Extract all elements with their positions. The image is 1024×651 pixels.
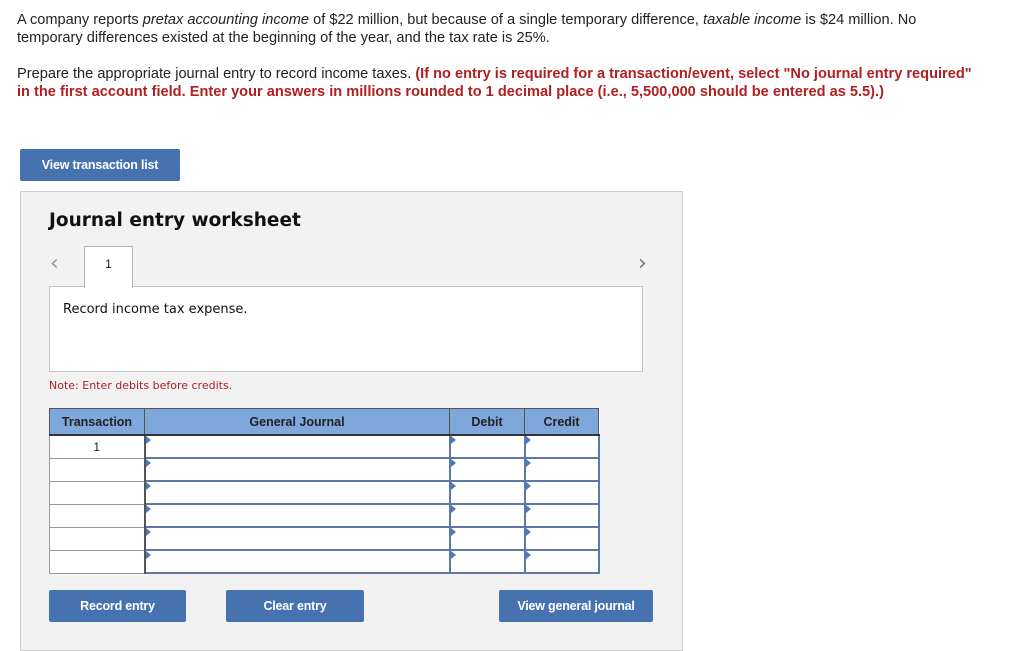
account-select[interactable] [145, 552, 449, 571]
entry-flag-icon [525, 551, 531, 559]
entry-flag-icon [145, 528, 151, 536]
entry-flag-icon [145, 459, 151, 467]
header-credit: Credit [524, 408, 599, 436]
question-text: A company reports pretax accounting inco… [17, 11, 977, 47]
debit-input-cell[interactable] [448, 549, 526, 574]
transaction-description-box [49, 286, 643, 372]
debit-input[interactable] [450, 529, 524, 548]
record-entry-button[interactable]: Record entry [49, 590, 186, 622]
entry-flag-icon [525, 459, 531, 467]
debit-input-cell[interactable] [448, 503, 526, 528]
tab-transaction-1[interactable]: 1 [84, 246, 133, 288]
credit-input[interactable] [525, 437, 598, 456]
table-row [49, 457, 600, 482]
instructions-text: Prepare the appropriate journal entry to… [17, 66, 416, 82]
account-select[interactable] [145, 483, 449, 502]
entry-flag-icon [145, 551, 151, 559]
account-select-cell[interactable] [143, 457, 451, 482]
transaction-number-cell [49, 480, 146, 505]
credit-input-cell[interactable] [523, 549, 600, 574]
account-select[interactable] [145, 506, 449, 525]
entry-flag-icon [450, 551, 456, 559]
debit-input[interactable] [450, 506, 524, 525]
chevron-right-icon[interactable]: › [638, 251, 647, 276]
question-text-part: A company reports [17, 12, 143, 28]
transaction-number-cell [49, 526, 146, 551]
entry-flag-icon [145, 436, 151, 444]
table-row [49, 480, 600, 505]
entry-flag-icon [525, 436, 531, 444]
table-row [49, 503, 600, 528]
account-select[interactable] [145, 529, 449, 548]
credit-input[interactable] [525, 552, 598, 571]
view-transaction-list-button[interactable]: View transaction list [20, 149, 180, 181]
table-row: 1 [49, 434, 600, 459]
entry-flag-icon [525, 528, 531, 536]
instructions: Prepare the appropriate journal entry to… [17, 65, 977, 101]
credit-input[interactable] [525, 529, 598, 548]
credit-input-cell[interactable] [523, 434, 600, 459]
transaction-number-cell [49, 549, 146, 574]
header-debit: Debit [449, 408, 525, 436]
journal-entry-table: Transaction General Journal Debit Credit… [49, 408, 600, 574]
term-taxable-income: taxable income [703, 12, 802, 28]
worksheet-title: Journal entry worksheet [49, 210, 301, 231]
credit-input-cell[interactable] [523, 526, 600, 551]
entry-flag-icon [450, 436, 456, 444]
entry-flag-icon [450, 482, 456, 490]
account-select[interactable] [145, 437, 449, 456]
debit-input[interactable] [450, 552, 524, 571]
table-row [49, 526, 600, 551]
credit-input[interactable] [525, 483, 598, 502]
entry-flag-icon [525, 505, 531, 513]
note-text: Note: Enter debits before credits. [49, 379, 233, 392]
chevron-left-icon[interactable]: ‹ [50, 251, 59, 276]
account-select-cell[interactable] [143, 526, 451, 551]
debit-input[interactable] [450, 483, 524, 502]
debit-input-cell[interactable] [448, 480, 526, 505]
transaction-number-cell [49, 503, 146, 528]
account-select-cell[interactable] [143, 434, 451, 459]
transaction-number-cell: 1 [49, 434, 146, 459]
entry-flag-icon [525, 482, 531, 490]
debit-input-cell[interactable] [448, 526, 526, 551]
entry-flag-icon [450, 528, 456, 536]
credit-input-cell[interactable] [523, 503, 600, 528]
credit-input[interactable] [525, 506, 598, 525]
table-row [49, 549, 600, 574]
transaction-number-cell [49, 457, 146, 482]
clear-entry-button[interactable]: Clear entry [226, 590, 364, 622]
account-select-cell[interactable] [143, 503, 451, 528]
view-general-journal-button[interactable]: View general journal [499, 590, 653, 622]
debit-input[interactable] [450, 460, 524, 479]
account-select-cell[interactable] [143, 480, 451, 505]
entry-flag-icon [145, 482, 151, 490]
entry-flag-icon [450, 505, 456, 513]
account-select-cell[interactable] [143, 549, 451, 574]
debit-input-cell[interactable] [448, 457, 526, 482]
question-text-part: of $22 million, but because of a single … [309, 12, 704, 28]
credit-input[interactable] [525, 460, 598, 479]
credit-input-cell[interactable] [523, 457, 600, 482]
header-general-journal: General Journal [144, 408, 450, 436]
debit-input-cell[interactable] [448, 434, 526, 459]
entry-flag-icon [450, 459, 456, 467]
credit-input-cell[interactable] [523, 480, 600, 505]
account-select[interactable] [145, 460, 449, 479]
header-transaction: Transaction [49, 408, 145, 436]
transaction-description: Record income tax expense. [63, 302, 248, 317]
entry-flag-icon [145, 505, 151, 513]
table-header-row: Transaction General Journal Debit Credit [49, 408, 599, 436]
term-pretax-income: pretax accounting income [142, 12, 310, 28]
debit-input[interactable] [450, 437, 524, 456]
